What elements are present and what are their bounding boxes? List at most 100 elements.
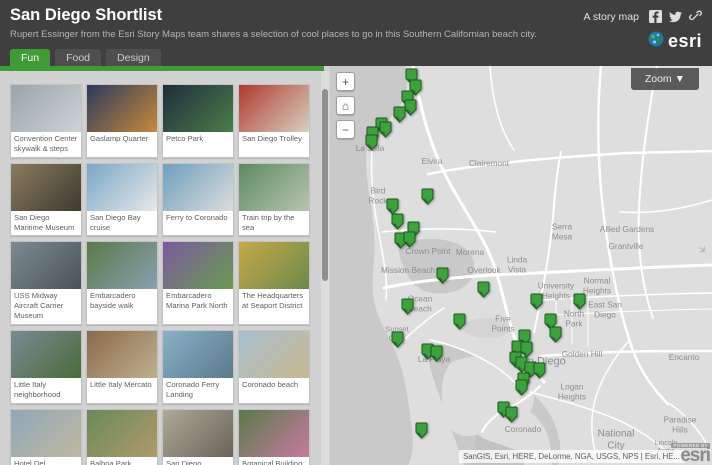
map-marker[interactable] — [430, 345, 443, 362]
link-icon[interactable] — [689, 10, 702, 23]
place-card[interactable]: Ferry to Coronado — [162, 162, 234, 237]
card-caption: Train trip by the sea — [242, 212, 295, 232]
map-place-label: National City — [597, 428, 635, 452]
card-caption: San Diego Trolley — [242, 134, 302, 143]
map-place-label: Crown Point — [405, 246, 451, 257]
map-marker[interactable] — [530, 293, 543, 310]
map-marker[interactable] — [415, 422, 428, 439]
card-photo — [239, 163, 309, 211]
card-caption: Embarcadero bayside walk — [90, 291, 136, 311]
map-overlay: La Jolla Elvira Clairemont Bird Rock Crown P… — [330, 66, 712, 465]
map-marker[interactable] — [365, 134, 378, 151]
places-panel: Convention Center skywalk & steps Gaslamp… — [0, 71, 330, 465]
card-caption: Ferry to Coronado — [166, 212, 228, 222]
card-caption: Hotel Del Coronado — [14, 458, 46, 465]
place-card[interactable]: Coronado Ferry Landing — [162, 330, 234, 404]
zoom-out-button[interactable]: − — [336, 120, 355, 139]
map-place-label: Serra Mesa — [551, 221, 573, 241]
esri-logo[interactable]: esri — [648, 31, 702, 52]
place-card[interactable]: Botanical Building and Gardens — [238, 408, 310, 465]
map-canvas[interactable]: ✈ La Jolla Elvira Clairemont Bird Rock Crown… — [330, 66, 712, 465]
facebook-icon[interactable] — [649, 10, 662, 23]
place-card[interactable]: Little Italy Mercato — [86, 330, 158, 404]
twitter-icon[interactable] — [669, 10, 682, 23]
map-marker[interactable] — [573, 293, 586, 310]
map-place-label: Grantville — [608, 241, 644, 252]
map-marker[interactable] — [533, 362, 546, 379]
card-caption: Little Italy neighborhood — [14, 380, 61, 399]
place-card[interactable]: Petco Park — [162, 84, 234, 158]
accent-bar — [0, 66, 324, 71]
place-card[interactable]: San Diego Museum of Art — [162, 408, 234, 465]
scrollbar-thumb[interactable] — [322, 89, 328, 281]
card-caption: The Headquarters at Seaport District — [242, 291, 304, 311]
zoom-dropdown-button[interactable]: Zoom ▼ — [630, 68, 699, 90]
card-caption: USS Midway Aircraft Carrier Museum — [14, 291, 64, 321]
map-place-label: Normal Heights — [582, 275, 612, 295]
card-photo — [163, 163, 233, 211]
place-card[interactable]: Coronado beach — [238, 330, 310, 404]
card-caption: Embarcadero Marina Park North — [166, 291, 228, 311]
map-marker[interactable] — [391, 213, 404, 230]
card-photo — [163, 85, 233, 132]
card-photo — [87, 242, 157, 290]
map-marker[interactable] — [477, 281, 490, 298]
map-place-label: Golden Hill — [561, 349, 603, 360]
esri-watermark: POWERED BY esri — [671, 442, 711, 465]
card-caption: Botanical Building and Gardens — [242, 458, 303, 465]
map-place-label: Mission Beach — [381, 265, 435, 276]
card-caption: Convention Center skywalk & steps — [14, 134, 78, 153]
storymap-app: San Diego Shortlist Rupert Essinger from… — [0, 0, 712, 465]
tab-fun[interactable]: Fun — [10, 49, 51, 66]
map-marker[interactable] — [505, 406, 518, 423]
place-card[interactable]: The Headquarters at Seaport District — [238, 241, 310, 326]
map-marker[interactable] — [549, 326, 562, 343]
map-marker[interactable] — [403, 231, 416, 248]
map-place-label: Clairemont — [468, 158, 510, 169]
map-place-label: Linda Vista — [506, 254, 528, 274]
place-card[interactable]: Embarcadero bayside walk — [86, 241, 158, 326]
home-button[interactable]: ⌂ — [336, 96, 355, 115]
place-card[interactable]: San Diego Trolley — [238, 84, 310, 158]
place-card[interactable]: Gaslamp Quarter — [86, 84, 158, 158]
map-place-label: Elvira — [421, 156, 443, 167]
place-card[interactable]: Balboa Park — [86, 408, 158, 465]
place-card[interactable]: Embarcadero Marina Park North — [162, 241, 234, 326]
card-caption: Coronado beach — [242, 380, 299, 390]
zoom-in-button[interactable]: + — [336, 72, 355, 91]
map-marker[interactable] — [401, 298, 414, 315]
map-marker[interactable] — [393, 106, 406, 123]
map-place-label: East San Diego — [588, 299, 622, 319]
card-caption: Petco Park — [166, 134, 204, 143]
place-card[interactable]: Train trip by the sea — [238, 162, 310, 237]
place-card[interactable]: Little Italy neighborhood — [10, 330, 82, 404]
map-marker[interactable] — [421, 188, 434, 205]
tab-design[interactable]: Design — [106, 49, 161, 66]
map-marker[interactable] — [453, 313, 466, 330]
map-marker[interactable] — [379, 121, 392, 138]
tab-food[interactable]: Food — [55, 49, 102, 66]
card-photo — [87, 163, 157, 211]
card-photo — [11, 163, 81, 211]
card-photo — [87, 331, 157, 379]
map-place-label: Encanto — [668, 352, 700, 363]
place-card[interactable]: Hotel Del Coronado — [10, 408, 82, 465]
place-card[interactable]: San Diego Maritime Museum — [10, 162, 82, 237]
card-caption: Balboa Park — [90, 458, 132, 465]
card-caption: San Diego Maritime Museum — [14, 212, 75, 232]
place-card[interactable]: San Diego Bay cruise — [86, 162, 158, 237]
card-caption: San Diego Bay cruise — [90, 212, 141, 232]
card-photo — [239, 331, 309, 379]
map-marker[interactable] — [436, 267, 449, 284]
map-place-label: Overlook — [467, 265, 501, 276]
map-marker[interactable] — [515, 379, 528, 396]
map-place-label: Morena — [455, 247, 485, 258]
card-photo — [163, 331, 233, 379]
place-card[interactable]: USS Midway Aircraft Carrier Museum — [10, 241, 82, 326]
card-photo — [87, 409, 157, 457]
map-marker[interactable] — [391, 331, 404, 348]
place-card[interactable]: Convention Center skywalk & steps — [10, 84, 82, 158]
map-controls: + ⌂ − — [336, 72, 355, 139]
map-place-label: Five Points — [491, 313, 515, 333]
card-photo — [239, 242, 309, 290]
